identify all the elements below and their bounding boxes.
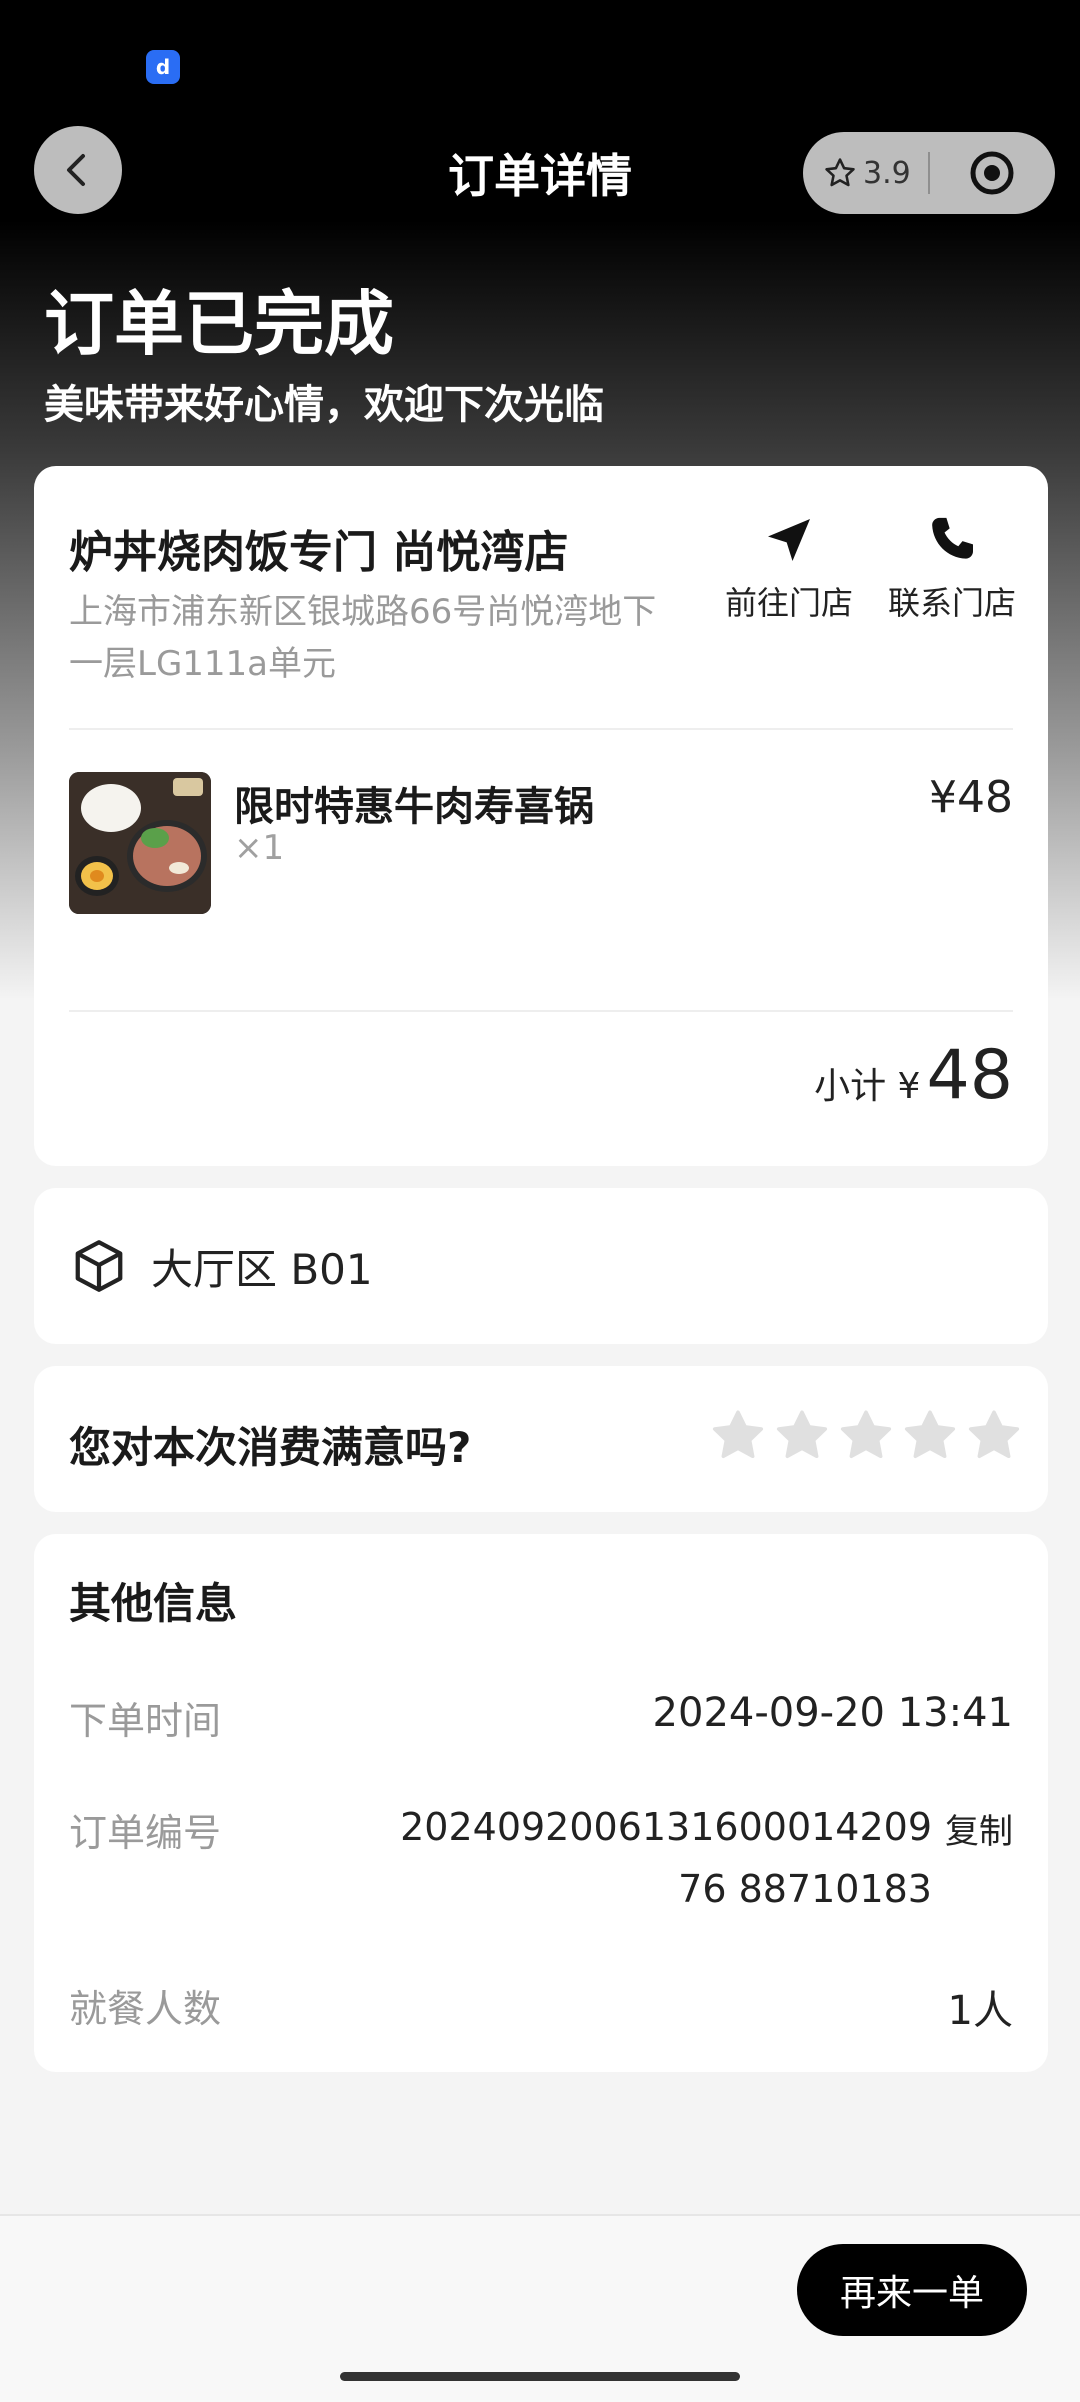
star-icon[interactable] xyxy=(966,1408,1022,1464)
store-name: 炉丼烧肉饭专门 尚悦湾店 xyxy=(69,527,569,578)
table-label: 大厅区 B01 xyxy=(151,1244,373,1294)
item-name: 限时特惠牛肉寿喜锅 xyxy=(234,784,594,830)
rating-button[interactable]: 3.9 xyxy=(823,132,911,214)
divider xyxy=(69,1010,1013,1012)
table-card: 大厅区 B01 xyxy=(34,1188,1048,1344)
navigate-label: 前往门店 xyxy=(724,584,853,622)
star-icon[interactable] xyxy=(774,1408,830,1464)
rating-card: 您对本次消费满意吗? xyxy=(34,1366,1048,1512)
bottom-bar: 再来一单 xyxy=(0,2214,1080,2402)
diners-value: 1人 xyxy=(947,1988,1013,2034)
other-info-title: 其他信息 xyxy=(69,1579,238,1628)
subtotal-amount: 48 xyxy=(926,1036,1013,1115)
item-quantity: ×1 xyxy=(234,828,285,868)
star-outline-icon xyxy=(825,158,855,187)
rating-value: 3.9 xyxy=(863,155,911,191)
navigate-to-store-button[interactable]: 前往门店 xyxy=(714,512,864,624)
cube-icon xyxy=(75,1240,123,1292)
target-icon[interactable] xyxy=(968,149,1016,197)
star-icon[interactable] xyxy=(710,1408,766,1464)
contact-label: 联系门店 xyxy=(887,584,1016,622)
star-icon[interactable] xyxy=(838,1408,894,1464)
order-number-label: 订单编号 xyxy=(69,1811,222,1855)
subtotal: 小计 ¥ 48 xyxy=(814,1036,1013,1115)
home-indicator[interactable] xyxy=(340,2372,740,2381)
app-logo-icon: d xyxy=(146,50,180,84)
item-price: ¥48 xyxy=(929,772,1013,823)
store-address: 上海市浦东新区银城路66号尚悦湾地下一层LG111a单元 xyxy=(69,592,657,684)
divider xyxy=(69,728,1013,730)
subtotal-label: 小计 ¥ xyxy=(814,1066,921,1107)
mini-program-capsule[interactable]: 3.9 xyxy=(803,132,1055,214)
diners-label: 就餐人数 xyxy=(69,1987,222,2031)
order-time-value: 2024-09-20 13:41 xyxy=(652,1690,1013,1736)
phone-icon xyxy=(932,517,973,559)
contact-store-button[interactable]: 联系门店 xyxy=(877,512,1027,624)
rating-stars xyxy=(710,1408,1022,1464)
star-icon[interactable] xyxy=(902,1408,958,1464)
order-card: 炉丼烧肉饭专门 尚悦湾店 上海市浦东新区银城路66号尚悦湾地下一层LG111a单… xyxy=(34,466,1048,1166)
rating-question: 您对本次消费满意吗? xyxy=(69,1423,472,1472)
order-status-title: 订单已完成 xyxy=(44,283,394,365)
reorder-button[interactable]: 再来一单 xyxy=(797,2244,1027,2336)
order-time-label: 下单时间 xyxy=(69,1699,222,1743)
other-info-card: 其他信息 下单时间 2024-09-20 13:41 订单编号 20240920… xyxy=(34,1534,1048,2072)
copy-button[interactable]: 复制 xyxy=(945,1804,1013,1853)
order-number-value: 2024092006131600014209​76 88710183 xyxy=(400,1805,932,1911)
capsule-divider xyxy=(928,152,930,194)
item-thumbnail xyxy=(69,772,211,914)
order-status-subtitle: 美味带来好心情，欢迎下次光临 xyxy=(44,382,604,428)
navigate-icon xyxy=(768,519,810,561)
